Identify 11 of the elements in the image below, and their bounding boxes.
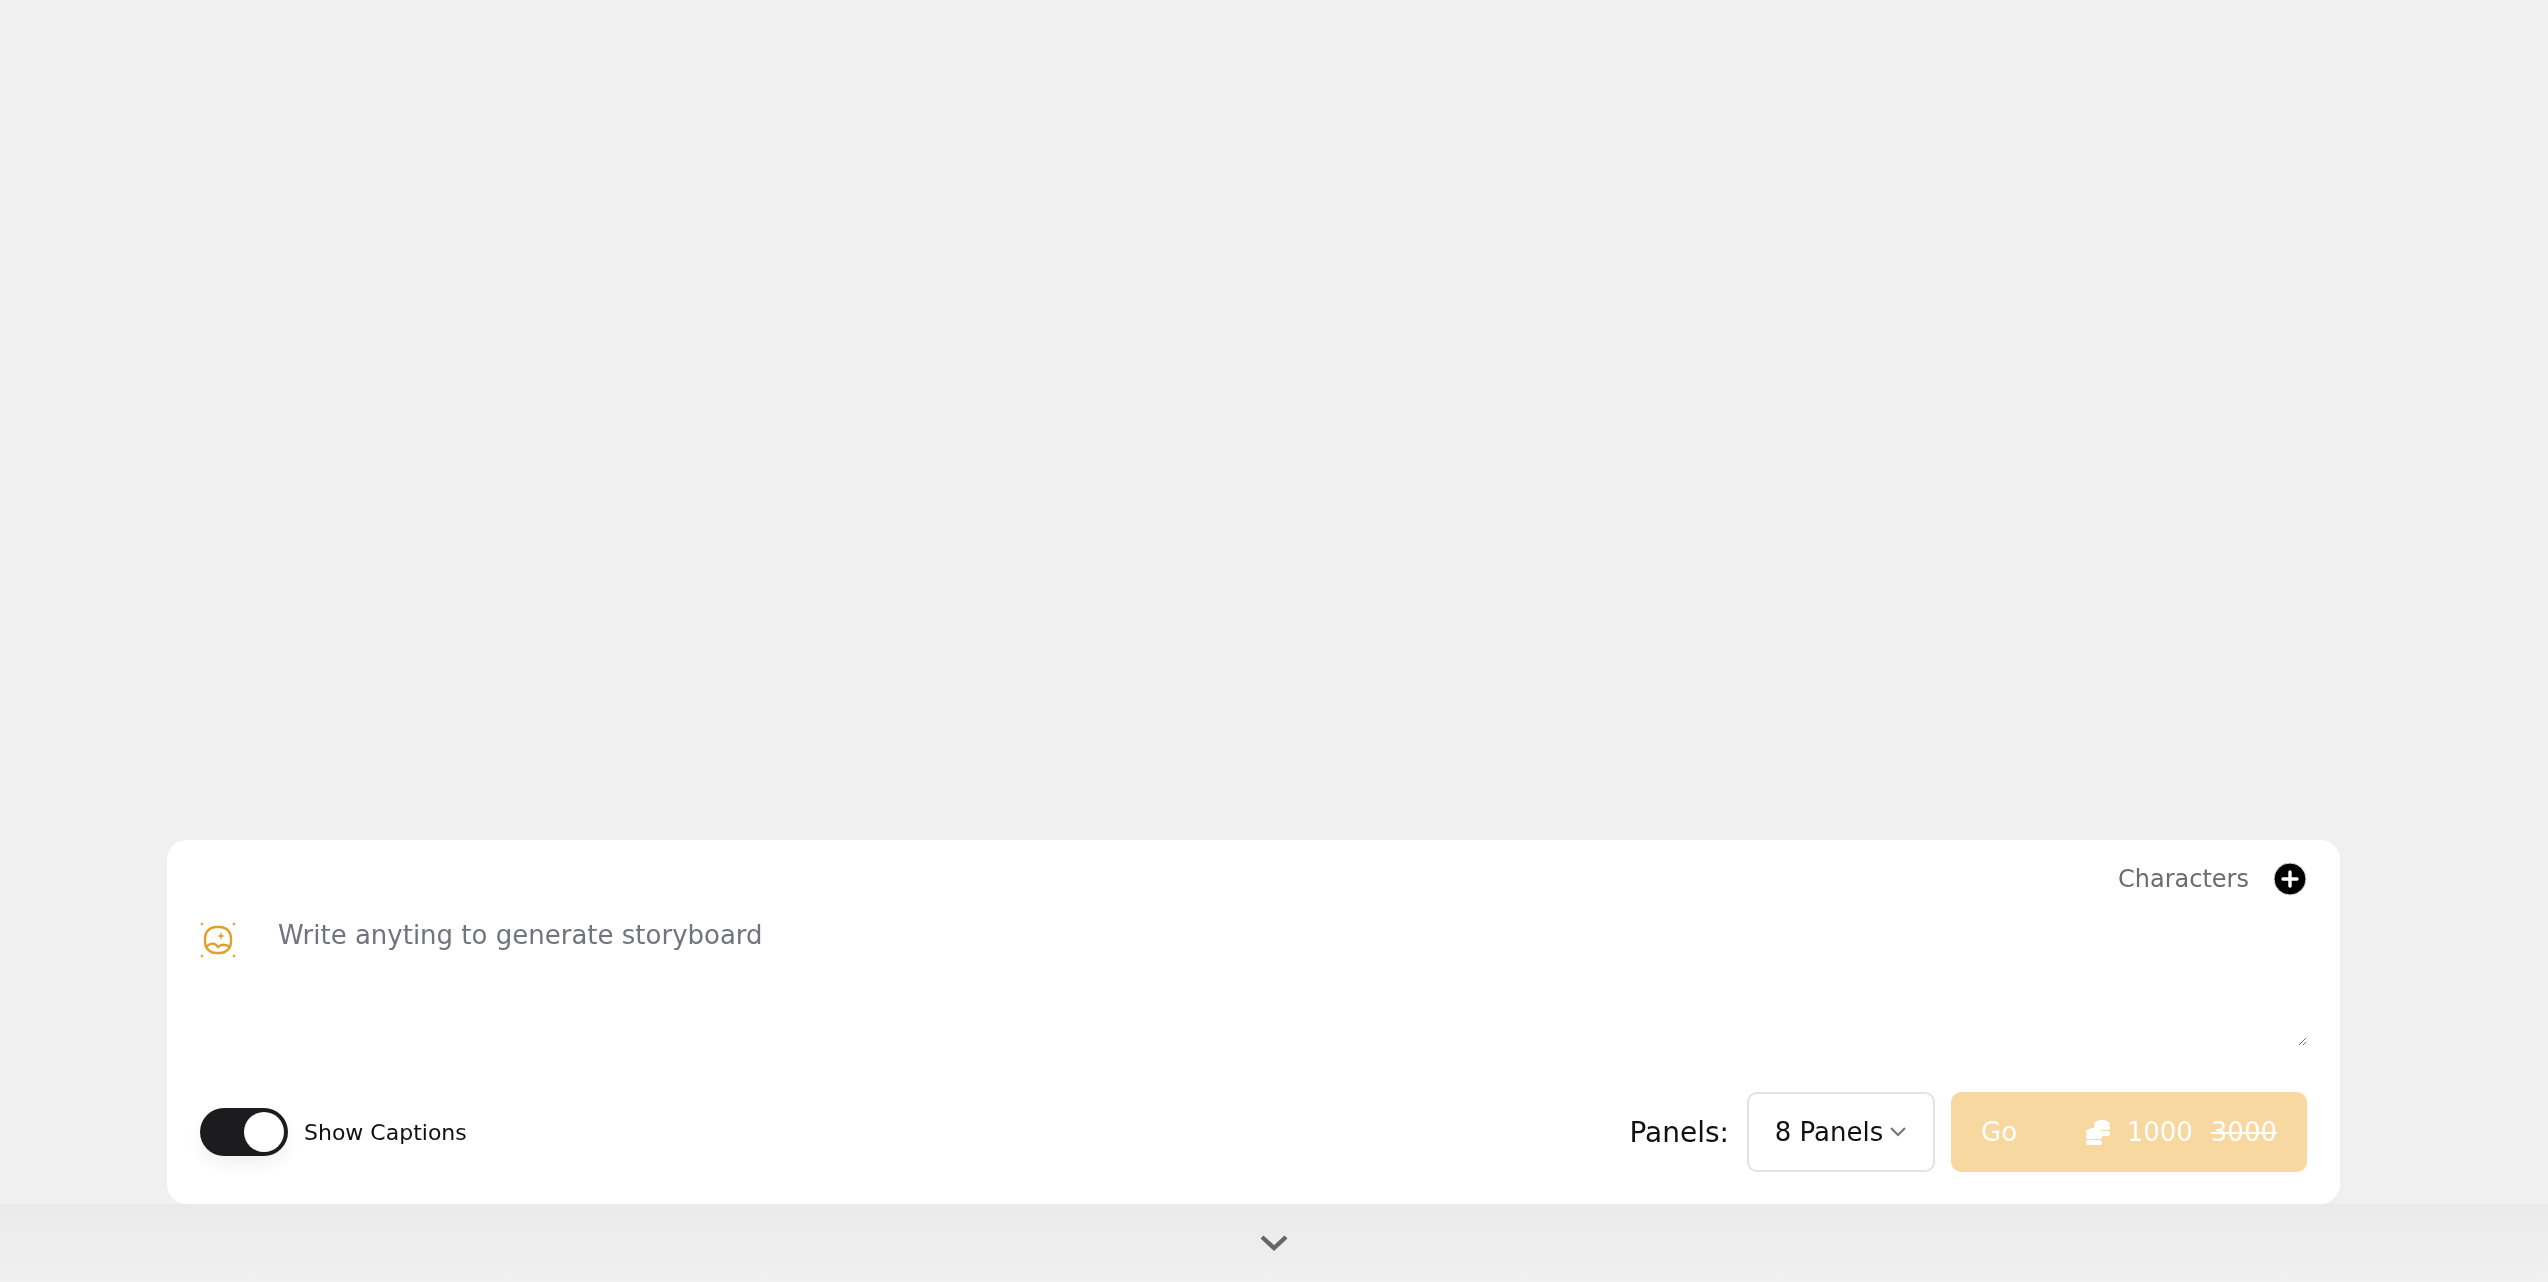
captions-label: Show Captions bbox=[304, 1119, 467, 1145]
chevron-down-icon bbox=[1889, 1126, 1908, 1138]
add-icon[interactable] bbox=[2273, 862, 2307, 896]
image-sparkle-icon bbox=[200, 922, 236, 958]
captions-toggle[interactable] bbox=[200, 1108, 288, 1156]
panels-dropdown[interactable]: 8 Panels bbox=[1747, 1092, 1935, 1172]
price: 1000 bbox=[2126, 1117, 2193, 1147]
panels-label: Panels: bbox=[1629, 1115, 1729, 1149]
chevron-down-icon[interactable] bbox=[1259, 1234, 1289, 1252]
original-price: 3000 bbox=[2210, 1117, 2277, 1147]
characters-label: Characters bbox=[2118, 865, 2249, 893]
